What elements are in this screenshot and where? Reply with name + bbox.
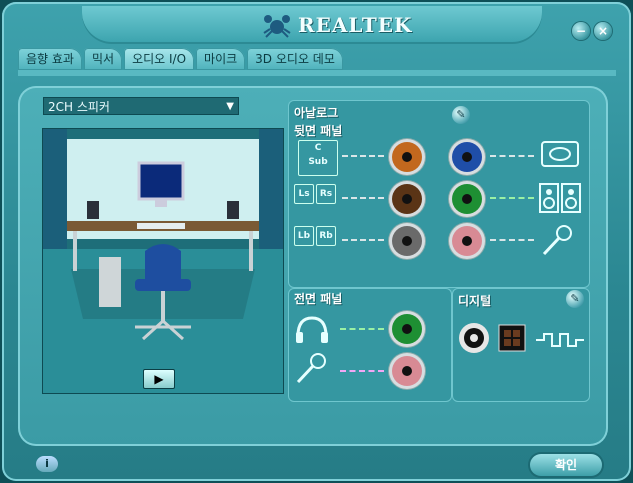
connector-line-active: [490, 197, 534, 199]
brand-logo: REALTEK: [260, 10, 412, 40]
wrench-icon: ✎: [570, 292, 580, 305]
jack-brown[interactable]: [392, 184, 422, 214]
connector-line: [342, 155, 384, 157]
microphone-icon: [542, 225, 572, 256]
front-jack-pink[interactable]: [392, 356, 422, 386]
close-icon: ×: [597, 24, 609, 38]
ok-button[interactable]: 확인: [530, 454, 602, 476]
minimize-button[interactable]: −: [572, 22, 590, 40]
connector-line-active: [340, 328, 384, 330]
rear-panel-title: 뒷면 패널: [294, 124, 343, 138]
tab-microphone[interactable]: 마이크: [196, 48, 246, 70]
connector-line: [342, 197, 384, 199]
jack-blue[interactable]: [452, 142, 482, 172]
speaker-lb: Lb: [294, 226, 314, 246]
label-lb: Lb: [297, 231, 311, 241]
wrench-icon: ✎: [456, 108, 466, 121]
tab-mixer[interactable]: 믹서: [83, 48, 123, 70]
chevron-down-icon: ▼: [226, 101, 234, 112]
analog-help-button[interactable]: ✎: [452, 106, 470, 124]
speaker-rs: Rs: [316, 184, 336, 204]
connector-line-active: [340, 370, 384, 372]
speaker-center-sub: C Sub: [298, 140, 338, 176]
brand-name: REALTEK: [298, 13, 413, 37]
label-ls: Ls: [298, 189, 310, 199]
analog-title: 아날로그: [294, 106, 339, 120]
room-preview: [42, 128, 284, 394]
speaker-ls: Ls: [294, 184, 314, 204]
line-in-icon: [541, 141, 579, 167]
tab-audio-io[interactable]: 오디오 I/O: [124, 48, 195, 70]
connector-line: [490, 155, 534, 157]
info-icon: i: [45, 457, 49, 470]
speaker-config-select[interactable]: 2CH 스피커 ▼: [43, 97, 239, 115]
ok-button-label: 확인: [554, 458, 578, 472]
digital-signal-icon: [536, 333, 584, 347]
room-scene-illustration: [43, 129, 283, 393]
tab-3d-audio-demo[interactable]: 3D 오디오 데모: [247, 48, 343, 70]
info-button[interactable]: i: [36, 456, 58, 472]
jack-orange[interactable]: [392, 142, 422, 172]
close-button[interactable]: ×: [594, 22, 612, 40]
speakers-icon: [539, 183, 581, 213]
digital-title: 디지털: [458, 294, 492, 308]
jack-green[interactable]: [452, 184, 482, 214]
speaker-config-value: 2CH 스피커: [48, 100, 110, 114]
connector-line: [490, 239, 534, 241]
label-sub: Sub: [308, 157, 328, 167]
crab-logo-icon: [263, 15, 291, 38]
jack-pink[interactable]: [452, 226, 482, 256]
title-bar: REALTEK − ×: [2, 2, 631, 48]
tab-strip: [18, 70, 616, 76]
digital-help-button[interactable]: ✎: [566, 290, 584, 308]
headphones-icon: [296, 316, 328, 343]
coaxial-jack-icon[interactable]: [458, 322, 490, 354]
label-c: C: [314, 143, 322, 153]
label-rb: Rb: [319, 231, 333, 241]
tab-bar: 음향 효과 믹서 오디오 I/O 마이크 3D 오디오 데모: [18, 48, 428, 72]
tab-sound-effects[interactable]: 음향 효과: [18, 48, 82, 70]
play-icon: ▶: [154, 372, 164, 386]
connector-line: [342, 239, 384, 241]
play-demo-button[interactable]: ▶: [143, 369, 175, 389]
label-rs: Rs: [319, 189, 333, 199]
speaker-rb: Rb: [316, 226, 336, 246]
optical-jack-icon[interactable]: [498, 324, 526, 352]
front-panel-title: 전면 패널: [294, 292, 343, 306]
minimize-icon: −: [575, 24, 587, 38]
jack-gray[interactable]: [392, 226, 422, 256]
front-microphone-icon: [296, 353, 326, 384]
front-jack-green[interactable]: [392, 314, 422, 344]
